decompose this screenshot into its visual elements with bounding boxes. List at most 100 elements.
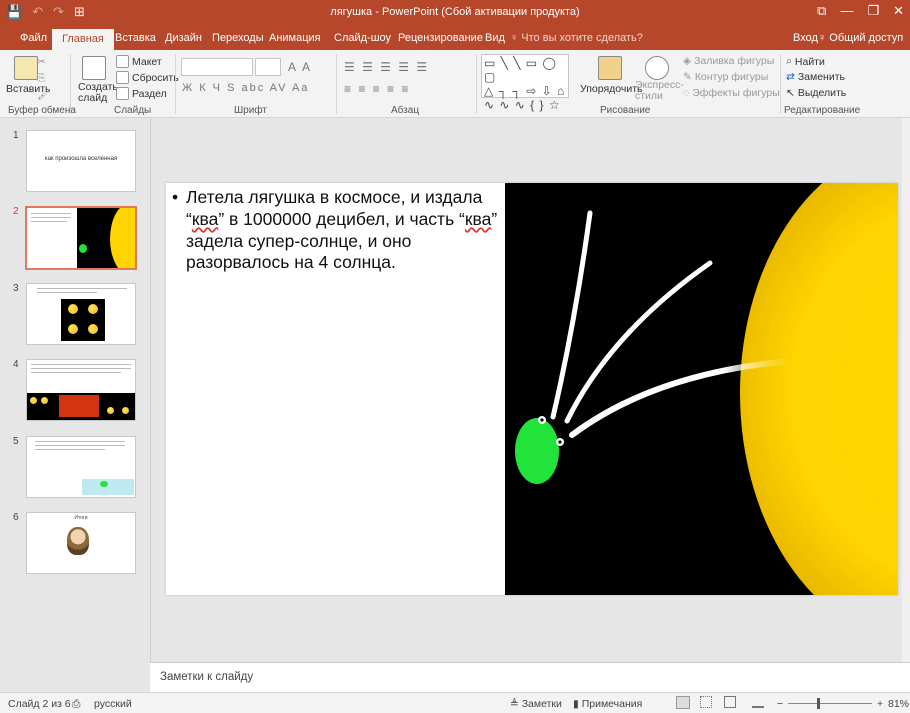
- slide-thumbnail-4[interactable]: [26, 359, 136, 421]
- font-format-icons[interactable]: Ж К Ч S abc AV Aa: [182, 82, 309, 94]
- shapes-row: ∿ ∿ ∿ { } ☆: [484, 98, 561, 112]
- reading-view-icon[interactable]: [724, 696, 736, 708]
- alignment-icons[interactable]: ≡ ≡ ≡ ≡ ≡: [344, 82, 410, 96]
- replace-button[interactable]: ⇄ Заменить: [786, 71, 845, 83]
- tab-slideshow[interactable]: Слайд-шоу: [334, 32, 391, 44]
- slide-body-textbox[interactable]: • Летела лягушка в космосе, и издала “кв…: [172, 187, 500, 274]
- cut-icon[interactable]: ✂: [37, 56, 46, 68]
- spellcheck-icon[interactable]: ⎙: [72, 698, 80, 711]
- slideshow-icon[interactable]: [752, 696, 764, 708]
- slide-number: 1: [13, 130, 19, 141]
- thumb-text-line: [37, 292, 97, 293]
- tab-transitions[interactable]: Переходы: [212, 32, 264, 44]
- reset-button[interactable]: Сбросить: [116, 71, 179, 84]
- slide-thumbnail-6[interactable]: Итоги: [26, 512, 136, 574]
- comments-toggle-button[interactable]: ▮ Примечания: [573, 698, 642, 710]
- format-painter-icon[interactable]: 🖌: [37, 88, 50, 101]
- slide-thumbnail-2[interactable]: [25, 206, 137, 270]
- arrange-button[interactable]: Упорядочить: [580, 83, 642, 95]
- reset-label: Сбросить: [132, 71, 179, 84]
- shapes-row: △ ┐ ┐ ⇨ ⇩ ⌂: [484, 84, 566, 98]
- slide-counter: Слайд 2 из 6: [8, 698, 71, 710]
- minimize-icon[interactable]: —: [840, 3, 853, 19]
- ribbon-display-options-icon[interactable]: ⧉: [817, 3, 826, 19]
- thumb-text-line: [31, 217, 71, 218]
- zoom-slider-track[interactable]: [788, 703, 872, 704]
- group-label-paragraph: Абзац: [391, 105, 420, 116]
- text-run-misspelled: ква: [191, 208, 219, 229]
- current-slide[interactable]: • Летела лягушка в космосе, и издала “кв…: [166, 183, 898, 595]
- slide-picture[interactable]: [505, 183, 898, 595]
- paste-icon[interactable]: [14, 56, 38, 80]
- vertical-scrollbar[interactable]: [902, 118, 910, 662]
- title-bar: 💾 ↶ ↷ ⊞ лягушка - PowerPoint (Сбой актив…: [0, 0, 910, 26]
- tab-file[interactable]: Файл: [20, 32, 47, 44]
- normal-view-icon[interactable]: [676, 696, 690, 709]
- notes-pane[interactable]: Заметки к слайду: [150, 662, 910, 692]
- text-run-misspelled: ква: [464, 208, 492, 229]
- layout-button[interactable]: Макет: [116, 55, 162, 68]
- status-bar: Слайд 2 из 6 ⎙ русский ≜ Заметки ▮ Приме…: [0, 692, 910, 713]
- tell-me-search[interactable]: ♀ Что вы хотите сделать?: [510, 32, 643, 44]
- group-separator: [70, 54, 71, 114]
- font-name-combo[interactable]: [181, 58, 253, 76]
- thumb-text-line: [31, 221, 67, 222]
- search-icon: ⌕: [786, 55, 792, 67]
- slide-thumbnail-1[interactable]: как произошла вселенная: [26, 130, 136, 192]
- tab-animations[interactable]: Анимация: [269, 32, 321, 44]
- section-button[interactable]: Раздел: [116, 87, 167, 100]
- thumb-sun: [68, 304, 78, 314]
- zoom-slider-thumb[interactable]: [817, 698, 820, 709]
- new-slide-icon[interactable]: [82, 56, 106, 80]
- thumb-text-line: [35, 449, 105, 450]
- font-size-grow-shrink-icons[interactable]: A A: [288, 60, 312, 74]
- sign-in-link[interactable]: Вход: [793, 32, 818, 44]
- thumb-sun: [41, 397, 48, 404]
- find-button[interactable]: ⌕ Найти: [786, 55, 825, 68]
- new-slide-button[interactable]: Создать слайд: [78, 82, 118, 104]
- restore-icon[interactable]: ❐: [867, 3, 879, 19]
- thumb-sun: [122, 407, 129, 414]
- tab-design[interactable]: Дизайн: [165, 32, 202, 44]
- list-indent-icons[interactable]: ☰ ☰ ☰ ☰ ☰: [344, 60, 429, 74]
- slide-body-text: Летела лягушка в космосе, и издала “ква”…: [172, 187, 500, 274]
- paint-bucket-icon: ◈: [683, 55, 692, 67]
- shape-effects-button[interactable]: ◌ Эффекты фигуры: [683, 87, 780, 99]
- group-label-slides: Слайды: [114, 105, 152, 116]
- shape-fill-button[interactable]: ◈ Заливка фигуры: [683, 55, 774, 67]
- tab-view[interactable]: Вид: [485, 32, 505, 44]
- slide-thumbnail-5[interactable]: [26, 436, 136, 498]
- slide-thumbnail-3[interactable]: [26, 283, 136, 345]
- thumb-image: [27, 393, 135, 420]
- select-button[interactable]: ↖ Выделить: [786, 87, 846, 99]
- ribbon: Вставить ✂ ⎘ 🖌 Буфер обмена Создать слай…: [0, 50, 910, 118]
- shapes-row: ▭ ╲ ╲ ▭ ◯ ▢: [484, 56, 557, 84]
- tab-home[interactable]: Главная: [52, 29, 114, 50]
- frog-pupil: [558, 440, 562, 444]
- zoom-out-button[interactable]: −: [777, 698, 783, 710]
- copy-icon[interactable]: ⎘: [37, 72, 45, 85]
- language-indicator[interactable]: русский: [94, 698, 132, 710]
- shape-effects-label: Эффекты фигуры: [692, 87, 780, 99]
- arrange-icon[interactable]: [598, 56, 622, 80]
- thumb-sun: [88, 304, 98, 314]
- group-label-editing: Редактирование: [784, 105, 861, 116]
- tab-insert[interactable]: Вставка: [115, 32, 156, 44]
- shape-outline-button[interactable]: ✎ Контур фигуры: [683, 71, 768, 83]
- slide-sorter-icon[interactable]: [700, 696, 712, 708]
- notes-toggle-button[interactable]: ≜ Заметки: [510, 698, 562, 710]
- zoom-in-button[interactable]: +: [877, 698, 883, 710]
- find-label: Найти: [794, 55, 825, 68]
- quick-styles-button[interactable]: Экспресс-стили: [635, 80, 685, 102]
- shapes-gallery[interactable]: ▭ ╲ ╲ ▭ ◯ ▢ △ ┐ ┐ ⇨ ⇩ ⌂ ∿ ∿ ∿ { } ☆: [481, 54, 569, 112]
- share-button[interactable]: ♀ Общий доступ: [818, 32, 903, 44]
- thumb-text-line: [31, 368, 131, 369]
- close-icon[interactable]: ✕: [893, 3, 904, 19]
- zoom-level[interactable]: 81%: [888, 698, 909, 710]
- thumb-portrait: [67, 527, 89, 555]
- slide-number: 4: [13, 359, 19, 370]
- font-size-combo[interactable]: [255, 58, 281, 76]
- thumb-image: [77, 208, 135, 268]
- tab-review[interactable]: Рецензирование: [398, 32, 483, 44]
- quick-styles-icon[interactable]: [645, 56, 669, 80]
